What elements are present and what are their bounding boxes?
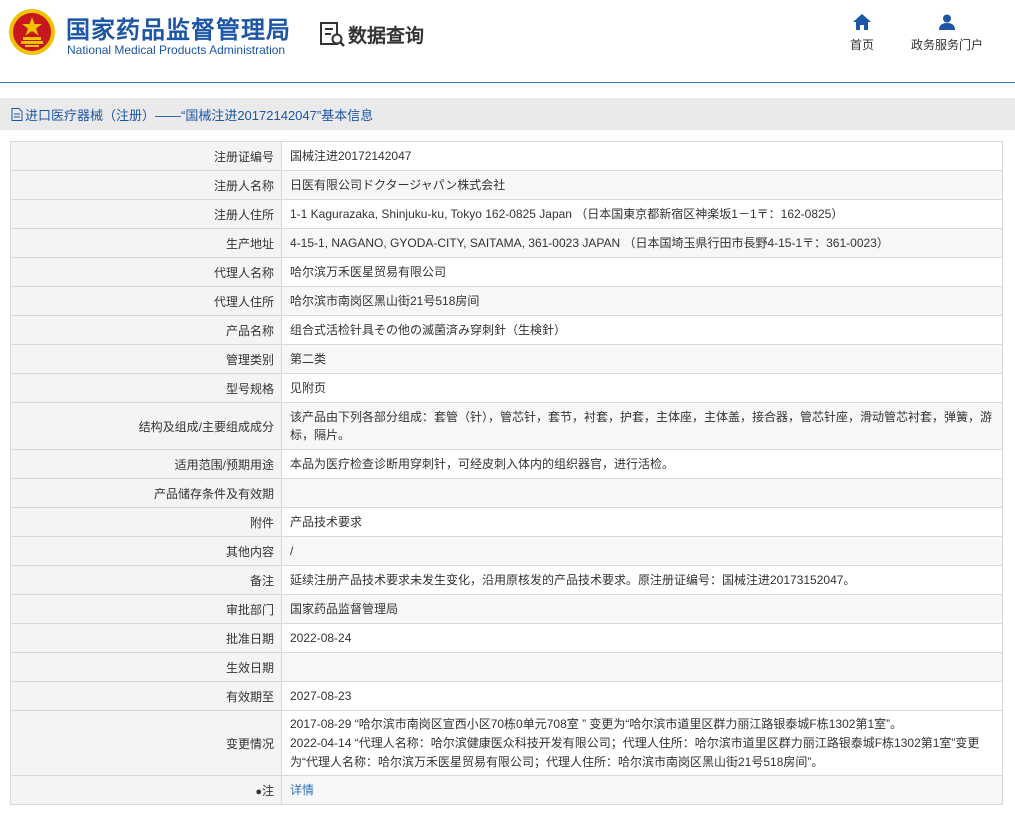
- row-value: 延续注册产品技术要求未发生变化，沿用原核发的产品技术要求。原注册证编号：国械注进…: [281, 565, 1003, 595]
- row-label: 管理类别: [10, 344, 282, 374]
- row-value: 日医有限公司ドクタージャパン株式会社: [281, 170, 1003, 200]
- row-label: 型号规格: [10, 373, 282, 403]
- document-icon: [11, 107, 23, 121]
- row-label: 适用范围/预期用途: [10, 449, 282, 479]
- row-value: 见附页: [281, 373, 1003, 403]
- national-emblem-icon: [9, 9, 55, 55]
- row-value: 国械注进20172142047: [281, 141, 1003, 171]
- user-icon: [939, 14, 955, 30]
- table-row: 注册人名称 日医有限公司ドクタージャパン株式会社: [10, 170, 1003, 200]
- row-label: 产品名称: [10, 315, 282, 345]
- table-row: 备注 延续注册产品技术要求未发生变化，沿用原核发的产品技术要求。原注册证编号：国械…: [10, 565, 1003, 595]
- nav-service-portal[interactable]: 政务服务门户: [904, 14, 990, 53]
- table-row-changes: 变更情况 2017-08-29 “哈尔滨市南岗区宣西小区70栋0单元708室 ” …: [10, 710, 1003, 776]
- brand-name-en: National Medical Products Administration: [67, 43, 286, 57]
- note-label-cell: ●注: [10, 775, 282, 805]
- table-row: 生效日期: [10, 652, 1003, 682]
- page-title: 数据查询: [348, 26, 425, 47]
- row-value: 该产品由下列各部分组成：套管（针），管芯针，套节，衬套，护套，主体座，主体盖，接…: [281, 402, 1003, 450]
- row-label: 备注: [10, 565, 282, 595]
- change-entry: 2017-08-29 “哈尔滨市南岗区宣西小区70栋0单元708室 ” 变更为“…: [290, 716, 903, 731]
- row-value: 1-1 Kagurazaka, Shinjuku-ku, Tokyo 162-0…: [281, 199, 1003, 229]
- row-value: 2027-08-23: [281, 681, 1003, 711]
- note-value: 详情: [281, 775, 1003, 805]
- document-search-icon: [320, 22, 345, 47]
- row-value: 2022-08-24: [281, 623, 1003, 653]
- row-value: 第二类: [281, 344, 1003, 374]
- table-row: 批准日期 2022-08-24: [10, 623, 1003, 653]
- table-row: 附件 产品技术要求: [10, 507, 1003, 537]
- table-row: 结构及组成/主要组成成分 该产品由下列各部分组成：套管（针），管芯针，套节，衬套，…: [10, 402, 1003, 450]
- details-link[interactable]: 详情: [290, 783, 314, 797]
- pin-icon: ●: [255, 785, 262, 798]
- table-row: 其他内容 /: [10, 536, 1003, 566]
- row-value: 哈尔滨万禾医星贸易有限公司: [281, 257, 1003, 287]
- row-label: 注册证编号: [10, 141, 282, 171]
- table-row: 适用范围/预期用途 本品为医疗检查诊断用穿刺针，可经皮刺入体内的组织器官，进行活检…: [10, 449, 1003, 479]
- table-row: 管理类别 第二类: [10, 344, 1003, 374]
- detail-table-wrapper: 注册证编号 国械注进20172142047 注册人名称 日医有限公司ドクタージャパン株…: [10, 141, 1003, 805]
- row-label: 代理人住所: [10, 286, 282, 316]
- row-label: 有效期至: [10, 681, 282, 711]
- row-label: 注册人住所: [10, 199, 282, 229]
- nav-home-label: 首页: [849, 38, 874, 52]
- table-row: 有效期至 2027-08-23: [10, 681, 1003, 711]
- row-label: 产品储存条件及有效期: [10, 478, 282, 508]
- brand-name-cn: 国家药品监督管理局: [66, 16, 291, 44]
- row-value: 组合式活检针具その他の滅菌済み穿刺針（生検針）: [281, 315, 1003, 345]
- section-title: 进口医疗器械（注册）——“国械注进20172142047”基本信息: [25, 107, 374, 123]
- home-icon: [853, 14, 871, 30]
- table-row: 审批部门 国家药品监督管理局: [10, 594, 1003, 624]
- table-row-note: ●注 详情: [10, 775, 1003, 805]
- nav-home[interactable]: 首页: [842, 14, 882, 53]
- site-header: 国家药品监督管理局 National Medical Products Admi…: [0, 0, 1015, 83]
- table-row: 产品储存条件及有效期: [10, 478, 1003, 508]
- table-row: 代理人名称 哈尔滨万禾医星贸易有限公司: [10, 257, 1003, 287]
- table-row: 生产地址 4-15-1, NAGANO, GYODA-CITY, SAITAMA,…: [10, 228, 1003, 258]
- section-title-bar: 进口医疗器械（注册）——“国械注进20172142047”基本信息: [0, 98, 1015, 130]
- row-label: 批准日期: [10, 623, 282, 653]
- table-row: 型号规格 见附页: [10, 373, 1003, 403]
- row-label: 结构及组成/主要组成成分: [10, 402, 282, 450]
- row-value: [281, 478, 1003, 508]
- row-label: 生产地址: [10, 228, 282, 258]
- table-row: 注册人住所 1-1 Kagurazaka, Shinjuku-ku, Tokyo …: [10, 199, 1003, 229]
- row-value: /: [281, 536, 1003, 566]
- row-label: 注册人名称: [10, 170, 282, 200]
- row-value: [281, 652, 1003, 682]
- row-label: 审批部门: [10, 594, 282, 624]
- change-history: 2017-08-29 “哈尔滨市南岗区宣西小区70栋0单元708室 ” 变更为“…: [281, 710, 1003, 776]
- change-entry: 2022-04-14 “代理人名称：哈尔滨健康医众科技开发有限公司；代理人住所：…: [290, 735, 980, 769]
- row-label: 其他内容: [10, 536, 282, 566]
- table-row: 代理人住所 哈尔滨市南岗区黑山街21号518房间: [10, 286, 1003, 316]
- note-label: 注: [261, 783, 274, 798]
- row-value: 4-15-1, NAGANO, GYODA-CITY, SAITAMA, 361…: [281, 228, 1003, 258]
- row-value: 本品为医疗检查诊断用穿刺针，可经皮刺入体内的组织器官，进行活检。: [281, 449, 1003, 479]
- row-label: 代理人名称: [10, 257, 282, 287]
- table-row: 注册证编号 国械注进20172142047: [10, 141, 1003, 171]
- row-label: 变更情况: [10, 710, 282, 776]
- row-label: 生效日期: [10, 652, 282, 682]
- row-label: 附件: [10, 507, 282, 537]
- table-row: 产品名称 组合式活检针具その他の滅菌済み穿刺針（生検針）: [10, 315, 1003, 345]
- detail-table: 注册证编号 国械注进20172142047 注册人名称 日医有限公司ドクタージャパン株…: [10, 141, 1003, 805]
- nav-service-portal-label: 政务服务门户: [910, 38, 983, 52]
- row-value: 产品技术要求: [281, 507, 1003, 537]
- row-value: 国家药品监督管理局: [281, 594, 1003, 624]
- row-value: 哈尔滨市南岗区黑山街21号518房间: [281, 286, 1003, 316]
